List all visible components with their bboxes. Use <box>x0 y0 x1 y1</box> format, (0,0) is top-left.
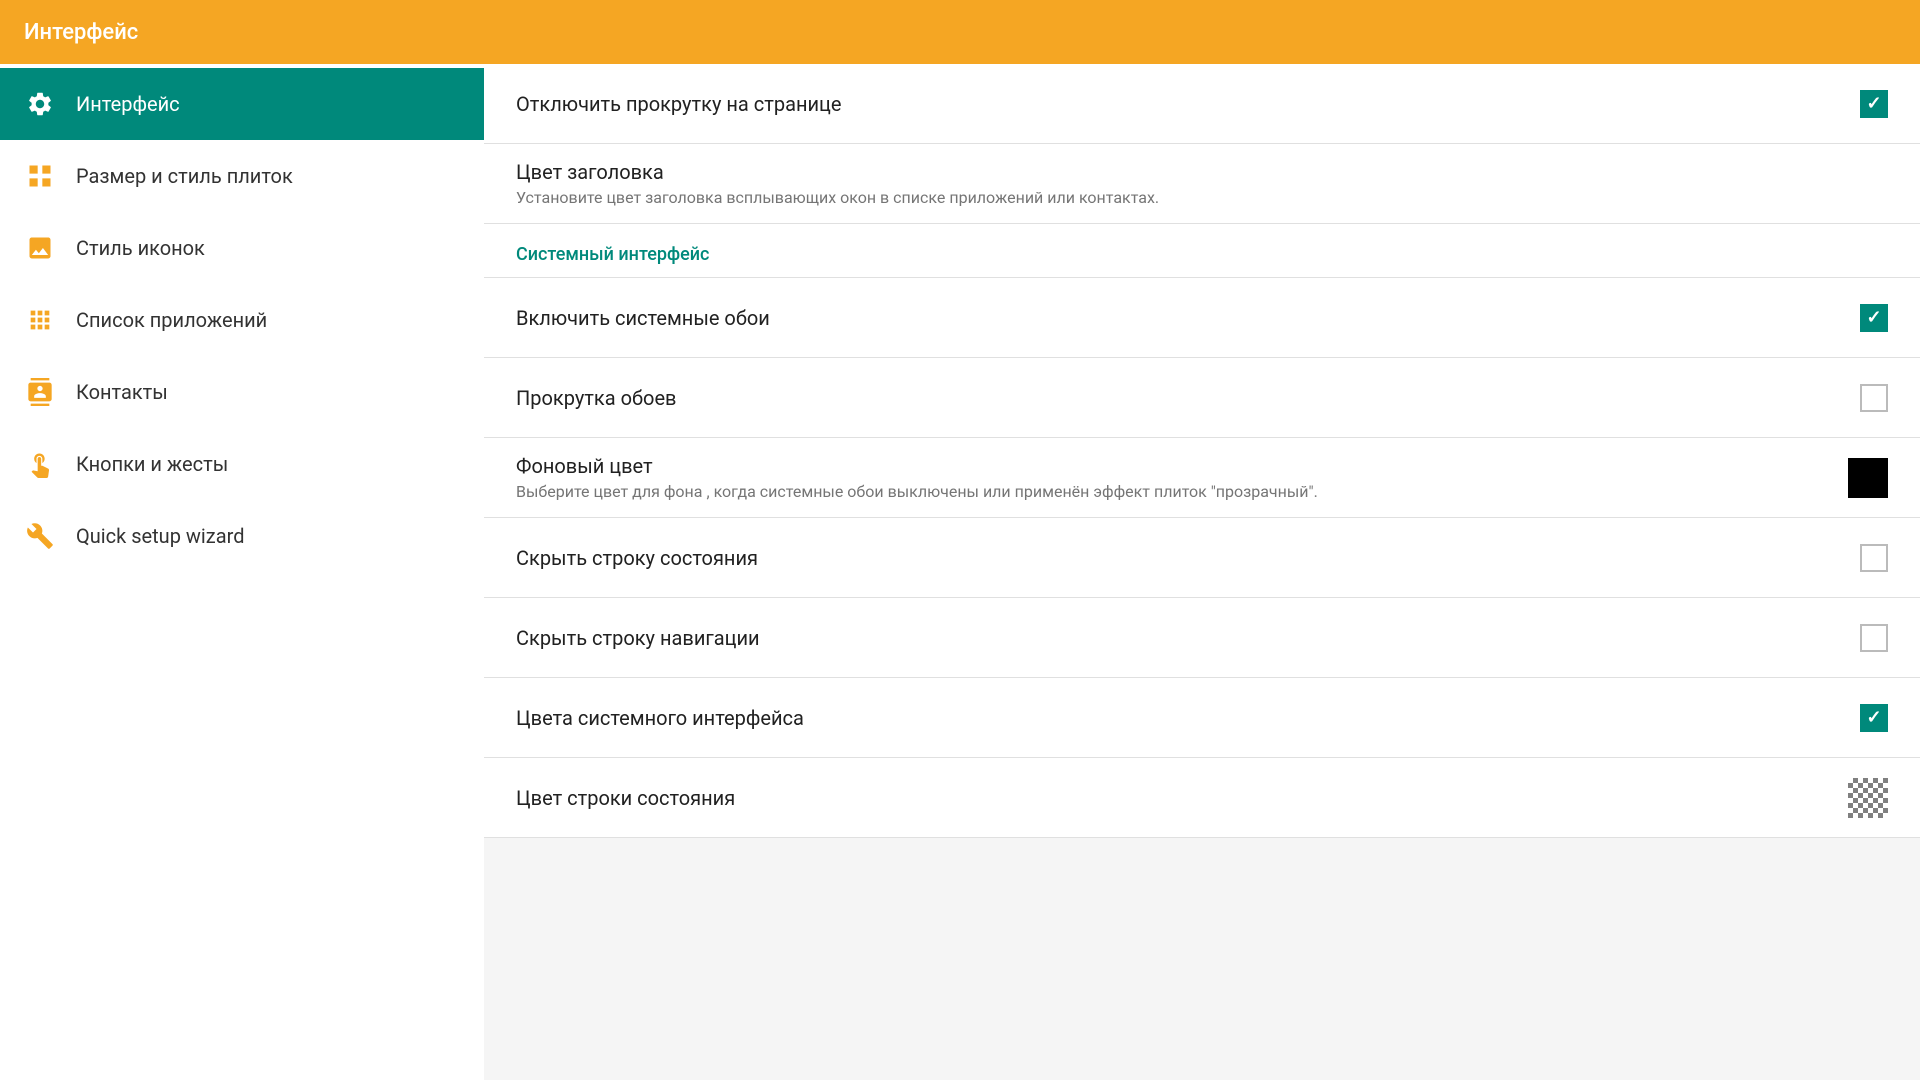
setting-title-bg-color: Фоновый цвет <box>516 454 1824 478</box>
tile-icon <box>24 160 56 192</box>
setting-row-system-wallpaper[interactable]: Включить системные обои <box>484 278 1920 358</box>
sidebar-item-label-icon-style: Стиль иконок <box>76 236 205 260</box>
section-system-ui: Системный интерфейс <box>484 224 1920 278</box>
checkbox-system-wallpaper-input[interactable] <box>1860 304 1888 332</box>
checkbox-system-wallpaper[interactable] <box>1860 304 1888 332</box>
setting-title-statusbar-color: Цвет строки состояния <box>516 786 1824 810</box>
checkbox-system-ui-colors[interactable] <box>1860 704 1888 732</box>
sidebar: Интерфейс Размер и стиль плиток Стиль ик… <box>0 64 484 1080</box>
checkbox-hide-navbar-input[interactable] <box>1860 624 1888 652</box>
sidebar-item-label-buttons: Кнопки и жесты <box>76 452 228 476</box>
checkbox-disable-scroll-input[interactable] <box>1860 90 1888 118</box>
checkbox-wallpaper-scroll-input[interactable] <box>1860 384 1888 412</box>
sidebar-item-wizard[interactable]: Quick setup wizard <box>0 500 484 572</box>
checkbox-disable-scroll[interactable] <box>1860 90 1888 118</box>
setting-title-hide-navbar: Скрыть строку навигации <box>516 626 1836 650</box>
setting-row-hide-navbar[interactable]: Скрыть строку навигации <box>484 598 1920 678</box>
setting-title-hide-statusbar: Скрыть строку состояния <box>516 546 1836 570</box>
photo-icon <box>24 232 56 264</box>
sidebar-item-buttons[interactable]: Кнопки и жесты <box>0 428 484 500</box>
setting-row-bg-color[interactable]: Фоновый цвет Выберите цвет для фона , ко… <box>484 438 1920 518</box>
checkbox-wallpaper-scroll[interactable] <box>1860 384 1888 412</box>
gestures-icon <box>24 448 56 480</box>
checkbox-system-ui-colors-input[interactable] <box>1860 704 1888 732</box>
header-bar: Интерфейс <box>0 0 1920 64</box>
setting-row-disable-scroll[interactable]: Отключить прокрутку на странице <box>484 64 1920 144</box>
setting-title-system-wallpaper: Включить системные обои <box>516 306 1836 330</box>
setting-subtitle-bg-color: Выберите цвет для фона , когда системные… <box>516 482 1416 501</box>
setting-row-hide-statusbar[interactable]: Скрыть строку состояния <box>484 518 1920 598</box>
color-swatch-black[interactable] <box>1848 458 1888 498</box>
setting-title-header-color: Цвет заголовка <box>516 160 1888 184</box>
setting-row-statusbar-color[interactable]: Цвет строки состояния <box>484 758 1920 838</box>
setting-row-system-ui-colors[interactable]: Цвета системного интерфейса <box>484 678 1920 758</box>
sidebar-item-label-app-list: Список приложений <box>76 308 267 332</box>
sidebar-item-icon-style[interactable]: Стиль иконок <box>0 212 484 284</box>
setting-title-wallpaper-scroll: Прокрутка обоев <box>516 386 1836 410</box>
gear-icon <box>24 88 56 120</box>
sidebar-item-label-wizard: Quick setup wizard <box>76 524 244 548</box>
contacts-icon <box>24 376 56 408</box>
grid-icon <box>24 304 56 336</box>
setting-title-disable-scroll: Отключить прокрутку на странице <box>516 92 1836 116</box>
wrench-icon <box>24 520 56 552</box>
color-swatch-statusbar-color[interactable] <box>1848 778 1888 818</box>
sidebar-item-label-interface: Интерфейс <box>76 92 180 116</box>
sidebar-item-label-contacts: Контакты <box>76 380 168 404</box>
page-title: Интерфейс <box>24 20 138 45</box>
setting-row-header-color[interactable]: Цвет заголовка Установите цвет заголовка… <box>484 144 1920 224</box>
color-swatch-checker-input[interactable] <box>1848 778 1888 818</box>
sidebar-item-app-list[interactable]: Список приложений <box>0 284 484 356</box>
main-layout: Интерфейс Размер и стиль плиток Стиль ик… <box>0 64 1920 1080</box>
sidebar-item-tile-size[interactable]: Размер и стиль плиток <box>0 140 484 212</box>
checkbox-hide-statusbar[interactable] <box>1860 544 1888 572</box>
checkbox-hide-navbar[interactable] <box>1860 624 1888 652</box>
setting-title-system-ui-colors: Цвета системного интерфейса <box>516 706 1836 730</box>
color-swatch-bg-color[interactable] <box>1848 458 1888 498</box>
sidebar-item-interface[interactable]: Интерфейс <box>0 68 484 140</box>
sidebar-item-contacts[interactable]: Контакты <box>0 356 484 428</box>
sidebar-item-label-tile-size: Размер и стиль плиток <box>76 164 293 188</box>
section-system-ui-title: Системный интерфейс <box>516 244 709 265</box>
setting-row-wallpaper-scroll[interactable]: Прокрутка обоев <box>484 358 1920 438</box>
setting-subtitle-header-color: Установите цвет заголовка всплывающих ок… <box>516 188 1416 207</box>
content-area: Отключить прокрутку на странице Цвет заг… <box>484 64 1920 1080</box>
checkbox-hide-statusbar-input[interactable] <box>1860 544 1888 572</box>
